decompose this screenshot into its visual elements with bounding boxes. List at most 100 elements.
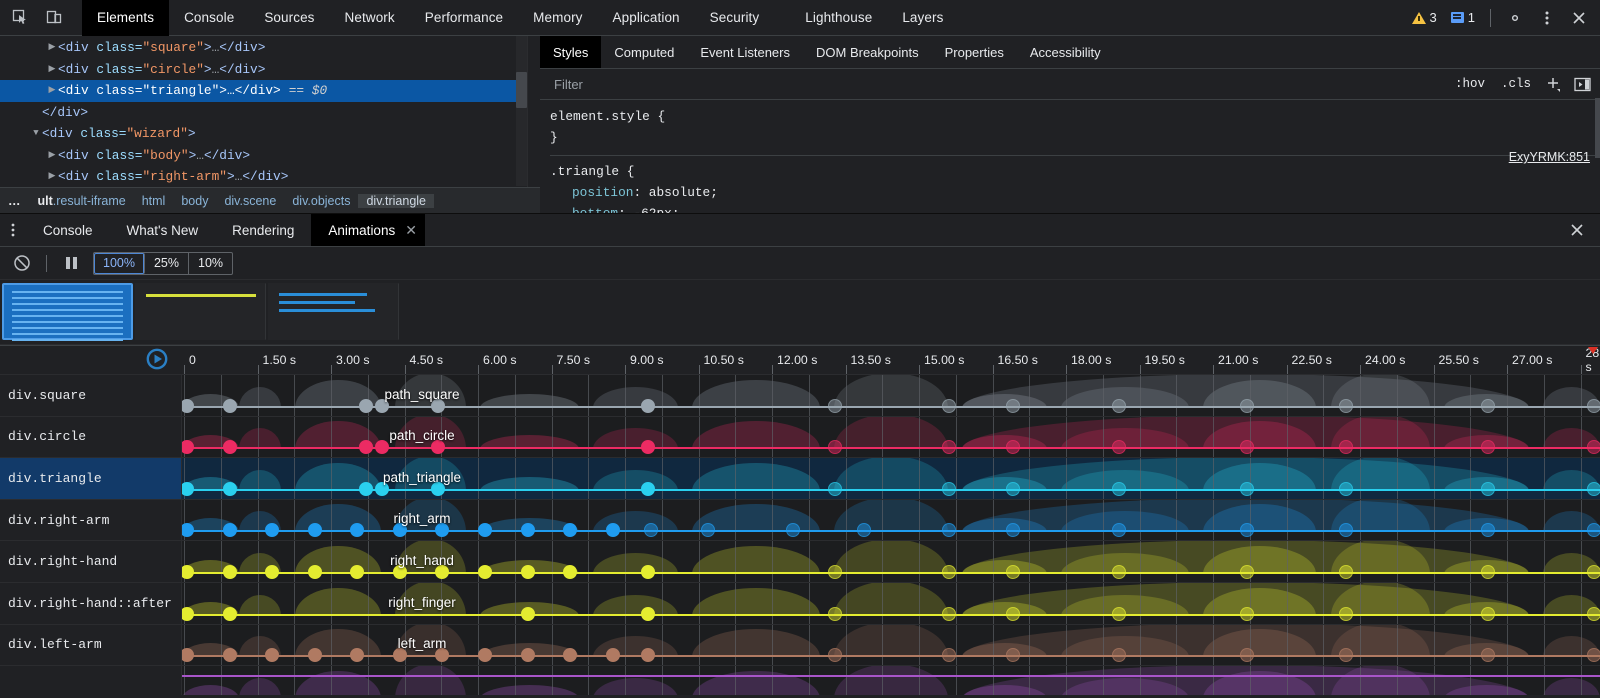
- animation-keyframe-dot[interactable]: [1339, 440, 1353, 454]
- animation-keyframe-dot[interactable]: [942, 648, 956, 662]
- animation-keyframe-dot[interactable]: [1112, 648, 1126, 662]
- animation-keyframe-dot[interactable]: [431, 399, 445, 413]
- speed-100-button[interactable]: 100%: [94, 253, 145, 274]
- animation-track[interactable]: path_triangle: [182, 458, 1600, 499]
- breadcrumb-item[interactable]: div.scene: [216, 194, 284, 208]
- animation-keyframe-dot[interactable]: [1481, 648, 1495, 662]
- tab-network[interactable]: Network: [330, 0, 410, 36]
- message-count-button[interactable]: 1: [1445, 10, 1481, 25]
- animation-keyframe-dot[interactable]: [1481, 607, 1495, 621]
- hov-button[interactable]: :hov: [1452, 75, 1488, 93]
- animation-keyframe-dot[interactable]: [1006, 565, 1020, 579]
- warning-count-button[interactable]: 3: [1406, 10, 1443, 25]
- breadcrumb-item[interactable]: …: [0, 194, 30, 208]
- animation-track[interactable]: path_square: [182, 375, 1600, 416]
- style-source-link[interactable]: ExyYRMK:851: [1509, 147, 1590, 168]
- animation-keyframe-dot[interactable]: [223, 440, 237, 454]
- animation-keyframe-dot[interactable]: [223, 565, 237, 579]
- tab-computed[interactable]: Computed: [601, 36, 687, 68]
- animation-keyframe-dot[interactable]: [1587, 523, 1600, 537]
- animation-keyframe-dot[interactable]: [1112, 440, 1126, 454]
- animation-keyframe-dot[interactable]: [942, 482, 956, 496]
- tab-event-listeners[interactable]: Event Listeners: [687, 36, 803, 68]
- expand-arrow-icon[interactable]: ▶: [46, 80, 58, 102]
- animation-keyframe-dot[interactable]: [1481, 440, 1495, 454]
- animation-keyframe-dot[interactable]: [563, 565, 577, 579]
- animation-keyframe-dot[interactable]: [641, 482, 655, 496]
- animation-keyframe-dot[interactable]: [1112, 399, 1126, 413]
- animation-keyframe-dot[interactable]: [828, 482, 842, 496]
- clear-circle-slash-icon[interactable]: [8, 251, 36, 275]
- animation-keyframe-dot[interactable]: [359, 399, 373, 413]
- close-icon[interactable]: [1564, 3, 1594, 33]
- dom-tree-scrollbar-track[interactable]: [516, 36, 527, 186]
- animation-keyframe-dot[interactable]: [942, 440, 956, 454]
- animation-track[interactable]: right_finger: [182, 583, 1600, 624]
- animation-keyframe-dot[interactable]: [942, 399, 956, 413]
- animation-keyframe-dot[interactable]: [375, 440, 389, 454]
- play-circle-icon[interactable]: [146, 348, 168, 370]
- animation-keyframe-dot[interactable]: [359, 440, 373, 454]
- breadcrumb-item[interactable]: div.objects: [284, 194, 358, 208]
- breadcrumb-item[interactable]: html: [134, 194, 174, 208]
- expand-arrow-icon[interactable]: ▶: [46, 145, 58, 167]
- inspect-cursor-icon[interactable]: [6, 4, 34, 32]
- animation-target-label[interactable]: div.right-hand: [0, 541, 182, 582]
- pause-icon[interactable]: [57, 251, 85, 275]
- animation-keyframe-dot[interactable]: [478, 565, 492, 579]
- expand-arrow-icon[interactable]: ▶: [46, 37, 58, 59]
- tab-application[interactable]: Application: [598, 0, 695, 36]
- animation-keyframe-dot[interactable]: [393, 565, 407, 579]
- styles-scrollbar-thumb[interactable]: [1595, 98, 1600, 158]
- close-icon[interactable]: ✕: [405, 222, 417, 239]
- dom-node-row[interactable]: </div>: [0, 102, 527, 124]
- expand-arrow-icon[interactable]: ▶: [46, 59, 58, 81]
- animation-keyframe-dot[interactable]: [1481, 565, 1495, 579]
- animation-keyframe-dot[interactable]: [521, 523, 535, 537]
- animation-keyframe-dot[interactable]: [308, 565, 322, 579]
- animation-keyframe-dot[interactable]: [1240, 482, 1254, 496]
- drawer-tab-rendering[interactable]: Rendering: [215, 214, 311, 246]
- drawer-tab-console[interactable]: Console: [26, 214, 110, 246]
- animation-keyframe-dot[interactable]: [1481, 523, 1495, 537]
- vertical-dots-icon[interactable]: [0, 214, 26, 246]
- animation-keyframe-dot[interactable]: [1240, 399, 1254, 413]
- animation-keyframe-dot[interactable]: [1006, 482, 1020, 496]
- animation-keyframe-dot[interactable]: [1240, 648, 1254, 662]
- tab-security[interactable]: Security: [695, 0, 775, 36]
- animation-keyframe-dot[interactable]: [1587, 565, 1600, 579]
- animation-keyframe-dot[interactable]: [1339, 482, 1353, 496]
- animation-row[interactable]: div.circlepath_circle: [0, 417, 1600, 459]
- animation-keyframe-dot[interactable]: [1240, 607, 1254, 621]
- collapse-arrow-icon[interactable]: ▼: [30, 123, 42, 145]
- tab-layers[interactable]: Layers: [887, 0, 958, 36]
- animation-keyframe-dot[interactable]: [431, 482, 445, 496]
- animation-track[interactable]: right_arm: [182, 500, 1600, 541]
- drawer-close-icon[interactable]: [1564, 214, 1590, 246]
- timeline-ruler[interactable]: 01.50 s3.00 s4.50 s6.00 s7.50 s9.00 s10.…: [0, 345, 1600, 375]
- animation-row[interactable]: [0, 666, 1600, 695]
- animation-track[interactable]: left_arm: [182, 625, 1600, 666]
- animation-keyframe-dot[interactable]: [223, 399, 237, 413]
- animation-keyframe-dot[interactable]: [308, 648, 322, 662]
- animation-target-label[interactable]: div.circle: [0, 417, 182, 458]
- animation-keyframe-dot[interactable]: [1006, 607, 1020, 621]
- expand-arrow-icon[interactable]: ▶: [46, 166, 58, 188]
- tab-accessibility[interactable]: Accessibility: [1017, 36, 1114, 68]
- drawer-tab-whats-new[interactable]: What's New: [110, 214, 216, 246]
- animation-keyframe-dot[interactable]: [1339, 648, 1353, 662]
- animation-group-preview-3[interactable]: [268, 283, 399, 340]
- dom-tree-scrollbar-thumb[interactable]: [516, 72, 527, 108]
- animation-keyframe-dot[interactable]: [606, 523, 620, 537]
- animation-row[interactable]: div.right-handright_hand: [0, 541, 1600, 583]
- tab-properties[interactable]: Properties: [932, 36, 1017, 68]
- animation-keyframe-dot[interactable]: [942, 607, 956, 621]
- animation-track[interactable]: path_circle: [182, 417, 1600, 458]
- animation-keyframe-dot[interactable]: [223, 648, 237, 662]
- animation-keyframe-dot[interactable]: [375, 399, 389, 413]
- animation-row[interactable]: div.right-armright_arm: [0, 500, 1600, 542]
- toggle-sidebar-icon[interactable]: [1572, 75, 1592, 93]
- cls-button[interactable]: .cls: [1498, 75, 1534, 93]
- animation-row[interactable]: div.trianglepath_triangle: [0, 458, 1600, 500]
- gear-icon[interactable]: [1500, 3, 1530, 33]
